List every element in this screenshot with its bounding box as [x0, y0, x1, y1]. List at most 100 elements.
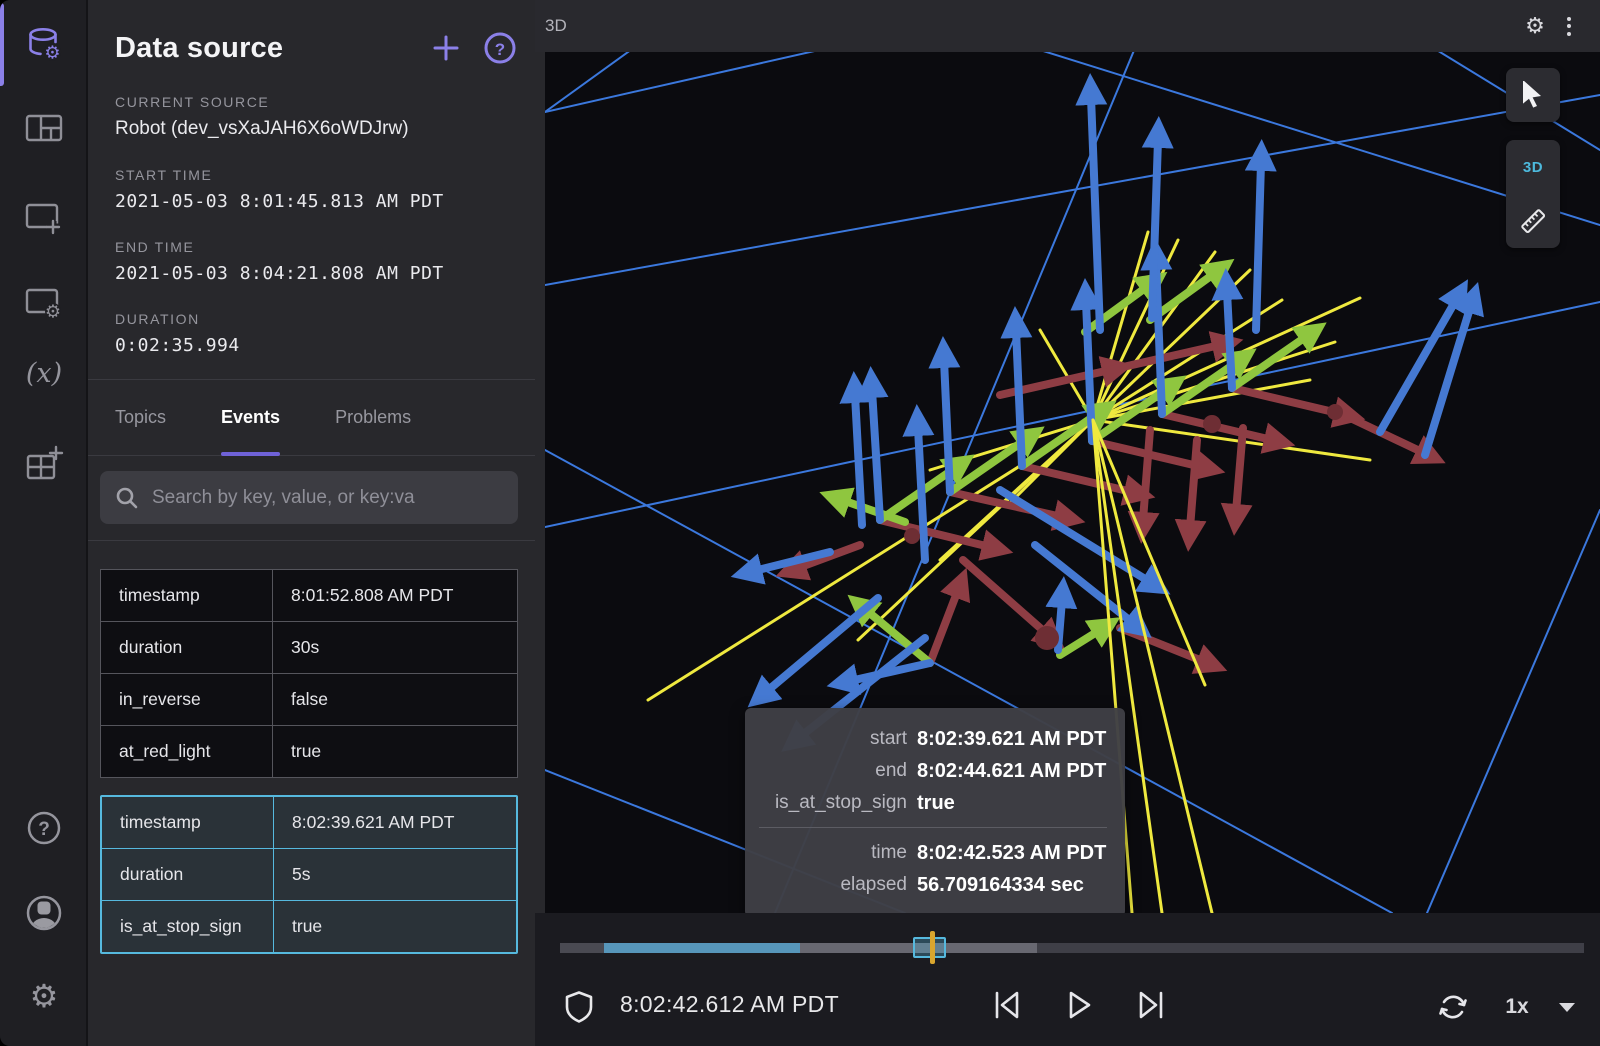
camera-mode-button[interactable]: 3D — [1506, 140, 1560, 194]
question-circle-icon: ? — [483, 31, 517, 65]
playback-speed-button[interactable]: 1x — [1487, 987, 1547, 1027]
search-input[interactable] — [152, 487, 504, 509]
viewport-3d[interactable]: 3D — [535, 52, 1600, 913]
panel-menu-button[interactable] — [1552, 9, 1586, 43]
tooltip-value: 8:02:44.621 AM PDT — [917, 755, 1107, 787]
select-tool-button[interactable] — [1506, 68, 1560, 122]
timeline-segment — [1037, 943, 1584, 953]
event-value: false — [273, 674, 517, 725]
duration-label: DURATION — [115, 311, 508, 327]
measure-tool-button[interactable] — [1506, 194, 1560, 248]
viewport-panel: 3D ⚙ 3D — [535, 0, 1600, 1046]
event-value: 8:01:52.808 AM PDT — [273, 570, 517, 621]
event-value: 30s — [273, 622, 517, 673]
app-window: ⚙ — [0, 0, 1600, 1046]
data-source-icon: ⚙ — [23, 24, 65, 66]
event-key: at_red_light — [101, 726, 273, 777]
event-row: timestamp 8:01:52.808 AM PDT — [101, 570, 517, 621]
cursor-icon — [1520, 81, 1546, 109]
tooltip-label: start — [759, 723, 907, 755]
sidebar-item-data-source[interactable]: ⚙ — [0, 24, 88, 66]
data-source-panel: Data source ? CURRENT SOURCE Robot (dev_… — [88, 0, 535, 1046]
event-key: timestamp — [101, 570, 273, 621]
event-key: is_at_stop_sign — [102, 901, 274, 952]
gear-icon: ⚙ — [1525, 15, 1545, 37]
help-button[interactable]: ? — [482, 30, 518, 66]
event-row: in_reverse false — [101, 673, 517, 725]
plus-icon — [430, 32, 462, 64]
event-card[interactable]: timestamp 8:01:52.808 AM PDT duration 30… — [100, 569, 518, 778]
timeline-segment — [560, 943, 604, 953]
search-box[interactable] — [100, 471, 518, 524]
tab-problems[interactable]: Problems — [335, 380, 411, 455]
event-row: duration 30s — [101, 621, 517, 673]
tab-events[interactable]: Events — [221, 380, 280, 455]
svg-text:⚙: ⚙ — [44, 43, 60, 63]
playback-controls: 8:02:42.612 AM PDT — [535, 983, 1600, 1031]
settings-gear-icon: ⚙ — [30, 980, 59, 1012]
current-source-value: Robot (dev_vsXaJAH6X6oWDJrw) — [115, 118, 508, 140]
variables-icon: (x) — [26, 358, 62, 389]
event-value: 5s — [274, 849, 516, 900]
duration-value: 0:02:35.994 — [115, 335, 508, 356]
panel-tabs: Topics Events Problems — [88, 379, 535, 456]
playhead[interactable] — [930, 931, 935, 964]
panel-settings-icon: ⚙ — [22, 281, 66, 325]
tooltip-label: end — [759, 755, 907, 787]
sidebar-item-settings[interactable]: ⚙ — [0, 980, 88, 1012]
sidebar-item-extensions[interactable] — [0, 443, 88, 487]
play-icon — [1062, 988, 1096, 1022]
start-time-label: START TIME — [115, 167, 508, 183]
event-row: is_at_stop_sign true — [102, 900, 516, 952]
loop-button[interactable] — [1432, 987, 1474, 1027]
end-time-value: 2021-05-03 8:04:21.808 AM PDT — [115, 263, 508, 284]
tooltip-divider — [759, 827, 1107, 828]
play-button[interactable] — [1059, 983, 1099, 1027]
timeline-track[interactable] — [560, 943, 1584, 953]
sidebar-item-layouts[interactable] — [0, 108, 88, 148]
event-key: timestamp — [102, 797, 274, 848]
chevron-down-icon — [1559, 1003, 1575, 1012]
sidebar-item-add-panel[interactable] — [0, 196, 88, 240]
event-card-selected[interactable]: timestamp 8:02:39.621 AM PDT duration 5s… — [100, 795, 518, 954]
shield-icon — [564, 990, 594, 1024]
event-value: true — [273, 726, 517, 777]
seek-forward-button[interactable] — [1131, 983, 1171, 1027]
extensions-icon — [22, 443, 66, 487]
add-panel-icon — [22, 196, 66, 240]
skip-forward-icon — [1134, 988, 1168, 1022]
data-security-button[interactable] — [561, 987, 597, 1027]
tooltip-value: 8:02:42.523 AM PDT — [917, 837, 1107, 869]
search-icon — [114, 485, 140, 511]
event-key: duration — [101, 622, 273, 673]
loop-icon — [1434, 989, 1472, 1025]
panel-settings-button[interactable]: ⚙ — [1518, 9, 1552, 43]
event-key: in_reverse — [101, 674, 273, 725]
speed-dropdown-button[interactable] — [1551, 987, 1583, 1027]
sidebar-item-variables[interactable]: (x) — [0, 358, 88, 389]
event-value: 8:02:39.621 AM PDT — [274, 797, 516, 848]
svg-text:?: ? — [38, 819, 50, 840]
tab-topics[interactable]: Topics — [115, 380, 166, 455]
event-row: at_red_light true — [101, 725, 517, 777]
end-time-label: END TIME — [115, 239, 508, 255]
sidebar-item-help[interactable]: ? — [0, 808, 88, 848]
playback-bar: 8:02:42.612 AM PDT — [535, 913, 1600, 1046]
viewport-toolbar: 3D — [1506, 68, 1560, 248]
sidebar-item-panel-settings[interactable]: ⚙ — [0, 281, 88, 325]
event-tooltip: start 8:02:39.621 AM PDT end 8:02:44.621 A… — [745, 708, 1125, 913]
events-list: timestamp 8:01:52.808 AM PDT duration 30… — [88, 541, 535, 971]
viewport-title: 3D — [545, 16, 1518, 36]
tooltip-label: is_at_stop_sign — [759, 787, 907, 819]
seek-buttons — [987, 983, 1171, 1027]
svg-text:?: ? — [495, 40, 505, 59]
tooltip-value: 8:02:39.621 AM PDT — [917, 723, 1107, 755]
mode-3d-label: 3D — [1523, 159, 1543, 176]
current-timestamp: 8:02:42.612 AM PDT — [620, 991, 839, 1018]
svg-text:⚙: ⚙ — [45, 302, 61, 322]
seek-backward-button[interactable] — [987, 983, 1027, 1027]
add-data-source-button[interactable] — [428, 30, 464, 66]
tooltip-label: time — [759, 837, 907, 869]
tooltip-label: elapsed — [759, 869, 907, 901]
sidebar-item-account[interactable] — [0, 892, 88, 934]
